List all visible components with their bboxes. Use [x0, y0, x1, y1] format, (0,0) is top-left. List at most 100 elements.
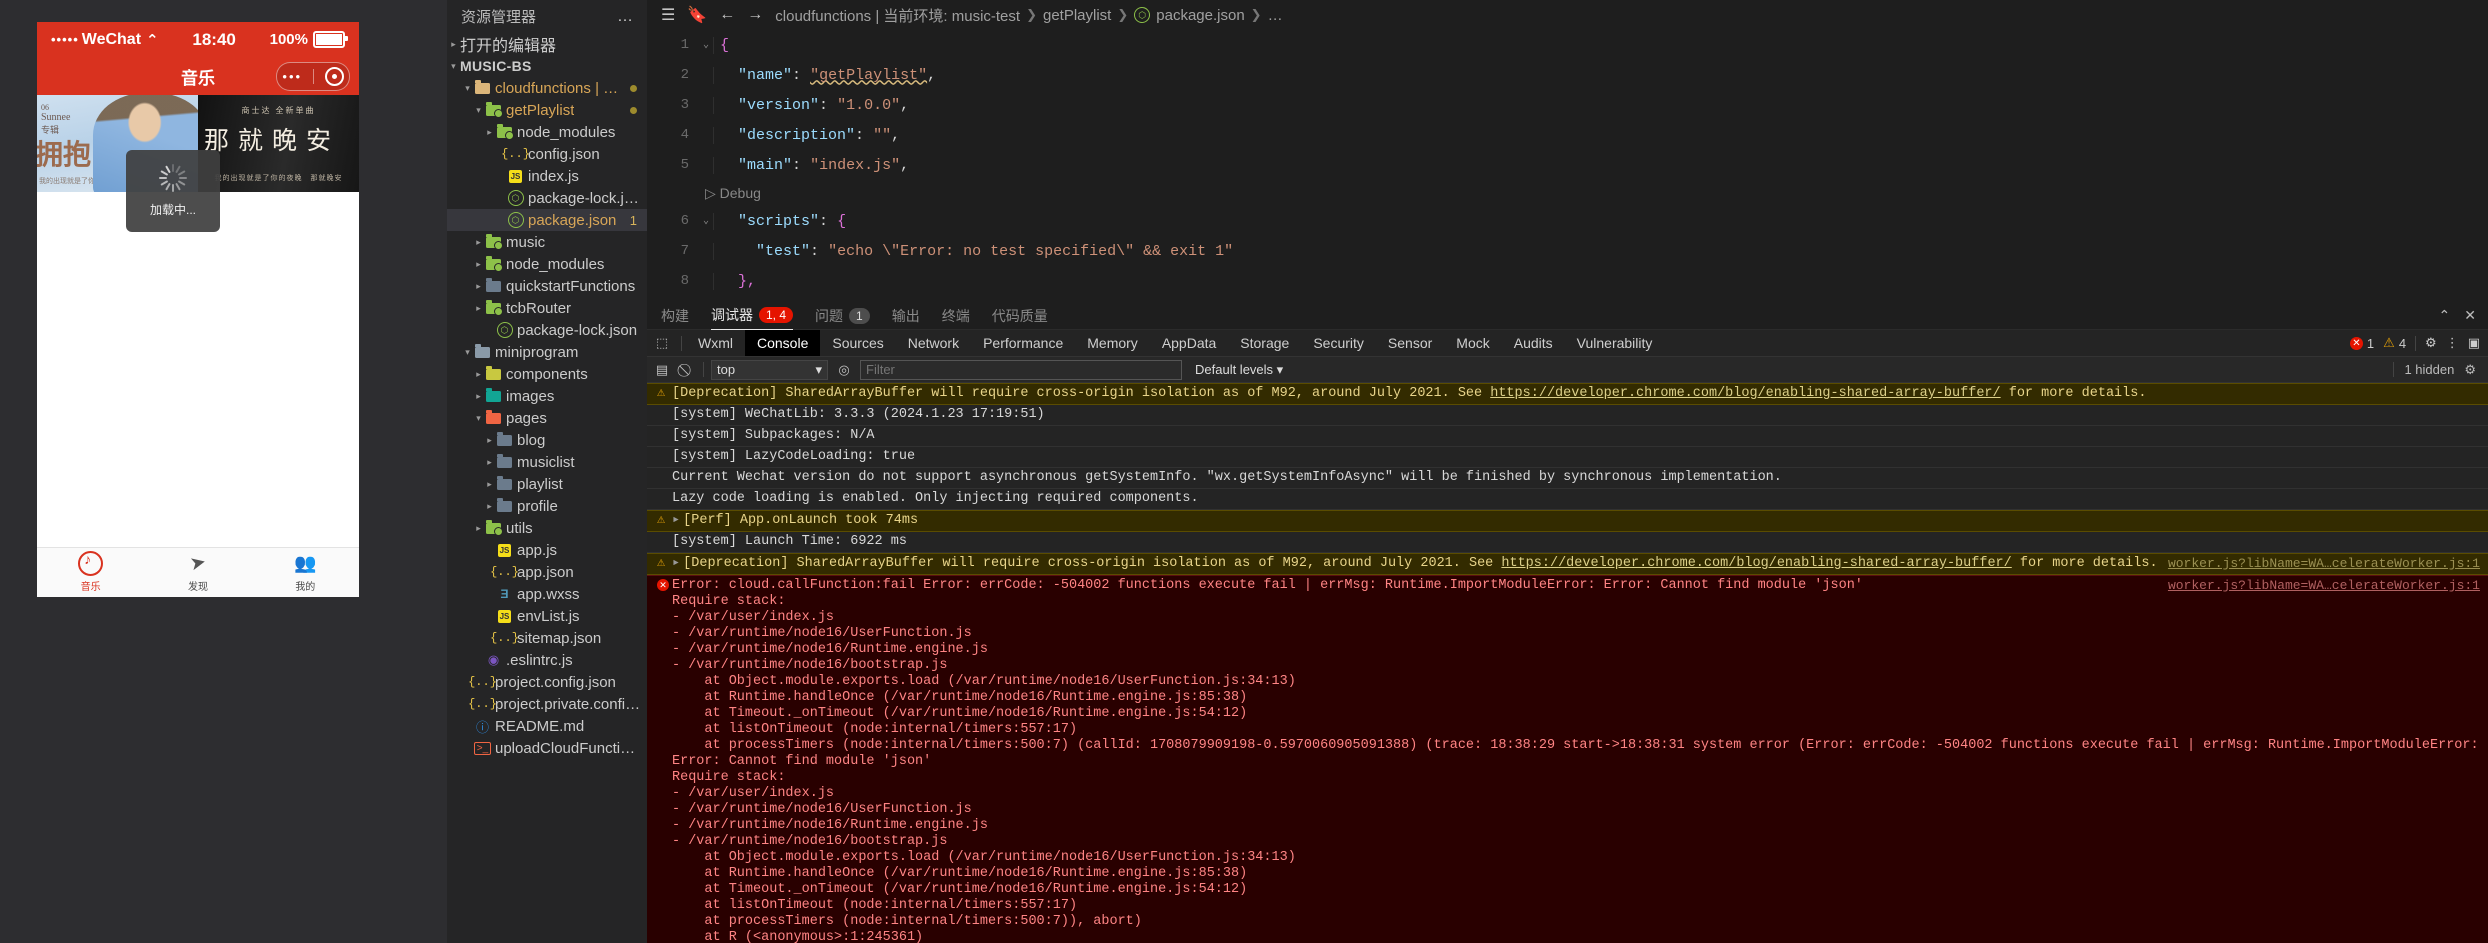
code-line-7[interactable]: 7 "test": "echo \"Error: no test specifi…: [647, 236, 2488, 266]
tree-item-project-private-config-js[interactable]: {..}project.private.config.js…: [447, 693, 647, 715]
code-editor[interactable]: 1 ⌄{2 "name": "getPlaylist", 3 "version": …: [647, 30, 2488, 302]
tabbar-item-mine[interactable]: 👥 我的: [252, 548, 359, 597]
settings-gear-icon[interactable]: ⚙: [2464, 362, 2476, 378]
tree-item-package-json[interactable]: ⬡ package.json 1: [447, 209, 647, 231]
tree-item-cloudfunctions[interactable]: ▾ cloudfunctions | …: [447, 77, 647, 99]
tree-item-playlist[interactable]: ▸ playlist: [447, 473, 647, 495]
debug-codelens-action[interactable]: ▷ Debug: [705, 185, 761, 202]
code-line-2[interactable]: 2 "name": "getPlaylist",: [647, 60, 2488, 90]
fold-toggle-icon[interactable]: ⌄: [699, 39, 713, 51]
tree-item-app-json[interactable]: {..} app.json: [447, 561, 647, 583]
tree-item-config-json[interactable]: {..} config.json: [447, 143, 647, 165]
clear-console-icon[interactable]: ⃠: [678, 362, 696, 378]
code-line-4[interactable]: 4 "description": "",: [647, 120, 2488, 150]
devtools-tab-sources[interactable]: Sources: [820, 330, 895, 356]
devtools-tab-storage[interactable]: Storage: [1228, 330, 1301, 356]
wechat-capsule-button[interactable]: •••: [276, 62, 350, 91]
devtools-tab-console[interactable]: Console: [745, 330, 821, 356]
filter-funnel-icon[interactable]: ◎: [835, 362, 853, 378]
tree-item-node-modules[interactable]: ▸ node_modules: [447, 253, 647, 275]
breadcrumb-item-1[interactable]: getPlaylist: [1043, 7, 1111, 24]
devtools-tab-network[interactable]: Network: [896, 330, 971, 356]
warning-count-badge[interactable]: ⚠ 4: [2383, 335, 2406, 351]
devtools-tab-security[interactable]: Security: [1301, 330, 1376, 356]
devtools-tab-memory[interactable]: Memory: [1075, 330, 1150, 356]
gear-icon[interactable]: ⚙: [2425, 335, 2437, 351]
tree-item-index-js[interactable]: JS index.js: [447, 165, 647, 187]
panel-tab-代码质量[interactable]: 代码质量: [992, 302, 1048, 329]
chevron-down-icon[interactable]: ▾: [472, 105, 485, 116]
panel-tab-问题[interactable]: 问题 1: [815, 302, 870, 329]
code-line-5[interactable]: 5 "main": "index.js",: [647, 150, 2488, 180]
expand-arrow-icon[interactable]: ▸: [672, 513, 680, 528]
tree-item-musiclist[interactable]: ▸ musiclist: [447, 451, 647, 473]
tree-item-getplaylist[interactable]: ▾ getPlaylist: [447, 99, 647, 121]
chevron-right-icon[interactable]: ▸: [472, 391, 485, 402]
console-log-list[interactable]: ⚠ [Deprecation] SharedArrayBuffer will re…: [647, 383, 2488, 943]
chevron-up-icon[interactable]: ⌃: [2439, 307, 2451, 324]
chevron-down-icon[interactable]: ▾: [461, 83, 474, 94]
console-source-link[interactable]: worker.js?libName=WA…celerateWorker.js:1: [2168, 578, 2480, 594]
console-log-entry[interactable]: [system] Subpackages: N/A: [647, 426, 2488, 447]
tree-item-envlist-js[interactable]: JS envList.js: [447, 605, 647, 627]
code-line-6[interactable]: 6 ⌄ "scripts": {: [647, 206, 2488, 236]
tree-item-package-lock-json[interactable]: ⬡ package-lock.json: [447, 319, 647, 341]
code-line-8[interactable]: 8 },: [647, 266, 2488, 296]
tree-item-package-lock-json[interactable]: ⬡ package-lock.json: [447, 187, 647, 209]
sidebar-toggle-icon[interactable]: ▤: [653, 362, 671, 378]
tabbar-item-music[interactable]: 音乐: [37, 548, 144, 597]
explorer-more-icon[interactable]: …: [617, 8, 635, 26]
tree-item-readme-md[interactable]: ⓘ README.md: [447, 715, 647, 737]
code-line-3[interactable]: 3 "version": "1.0.0",: [647, 90, 2488, 120]
tree-item-node-modules[interactable]: ▸ node_modules: [447, 121, 647, 143]
console-log-entry[interactable]: [system] LazyCodeLoading: true: [647, 447, 2488, 468]
tree-item-components[interactable]: ▸ components: [447, 363, 647, 385]
devtools-tab-audits[interactable]: Audits: [1502, 330, 1565, 356]
arrow-left-icon[interactable]: ←: [719, 6, 735, 24]
log-levels-selector[interactable]: Default levels ▾: [1195, 362, 1283, 378]
console-log-entry[interactable]: [system] Launch Time: 6922 ms: [647, 532, 2488, 553]
devtools-tab-vulnerability[interactable]: Vulnerability: [1565, 330, 1665, 356]
devtools-tab-mock[interactable]: Mock: [1444, 330, 1501, 356]
chevron-right-icon[interactable]: ▸: [472, 523, 485, 534]
tree-item-uploadcloudfunction-sh[interactable]: >_ uploadCloudFunction.sh: [447, 737, 647, 759]
open-editors-section[interactable]: ▸ 打开的编辑器: [447, 33, 647, 55]
close-target-icon[interactable]: [324, 67, 344, 86]
tabbar-item-discover[interactable]: ➤ 发现: [144, 548, 251, 597]
tree-item-pages[interactable]: ▾ pages: [447, 407, 647, 429]
chevron-down-icon[interactable]: ▾: [461, 347, 474, 358]
console-log-entry[interactable]: Current Wechat version do not support as…: [647, 468, 2488, 489]
dock-icon[interactable]: ▣: [2468, 335, 2480, 351]
console-log-entry[interactable]: ⚠ ▸ [Perf] App.onLaunch took 74ms: [647, 510, 2488, 532]
panel-tab-输出[interactable]: 输出: [892, 302, 920, 329]
close-icon[interactable]: ✕: [2464, 307, 2476, 324]
chevron-down-icon[interactable]: ▾: [472, 413, 485, 424]
console-link[interactable]: https://developer.chrome.com/blog/enabli…: [1490, 386, 2000, 401]
chevron-right-icon[interactable]: ▸: [472, 303, 485, 314]
tree-item-blog[interactable]: ▸ blog: [447, 429, 647, 451]
phone-simulator[interactable]: ••••• WeChat ⌃ 18:40 100% 音乐 ••• 06 Sunn…: [37, 22, 359, 597]
panel-tab-终端[interactable]: 终端: [942, 302, 970, 329]
console-log-entry[interactable]: ⚠ ▸ [Deprecation] SharedArrayBuffer will r…: [647, 553, 2488, 575]
tree-item--eslintrc-js[interactable]: ◉ .eslintrc.js: [447, 649, 647, 671]
console-source-link[interactable]: worker.js?libName=WA…celerateWorker.js:1: [2168, 556, 2480, 572]
tree-item-sitemap-json[interactable]: {..} sitemap.json: [447, 627, 647, 649]
breadcrumb-item-2[interactable]: package.json: [1156, 7, 1244, 24]
devtools-tab-appdata[interactable]: AppData: [1150, 330, 1228, 356]
arrow-right-icon[interactable]: →: [747, 6, 763, 24]
tree-item-project-config-json[interactable]: {..} project.config.json: [447, 671, 647, 693]
chevron-right-icon[interactable]: ▸: [472, 369, 485, 380]
more-dots-icon[interactable]: •••: [282, 69, 302, 84]
console-log-entry[interactable]: ⚠ [Deprecation] SharedArrayBuffer will re…: [647, 383, 2488, 405]
tree-item-profile[interactable]: ▸ profile: [447, 495, 647, 517]
inspect-element-icon[interactable]: ⬚: [647, 335, 677, 351]
console-link[interactable]: https://developer.chrome.com/blog/enabli…: [1501, 556, 2011, 571]
console-filter-input[interactable]: [860, 359, 1182, 380]
chevron-right-icon[interactable]: ▸: [483, 501, 496, 512]
tree-item-quickstartfunctions[interactable]: ▸ quickstartFunctions: [447, 275, 647, 297]
tree-item-miniprogram[interactable]: ▾ miniprogram: [447, 341, 647, 363]
tree-item-app-wxss[interactable]: Ǝapp.wxss: [447, 583, 647, 605]
chevron-right-icon[interactable]: ▸: [483, 457, 496, 468]
console-log-entry[interactable]: Lazy code loading is enabled. Only injec…: [647, 489, 2488, 510]
console-log-entry[interactable]: [system] WeChatLib: 3.3.3 (2024.1.23 17:…: [647, 405, 2488, 426]
